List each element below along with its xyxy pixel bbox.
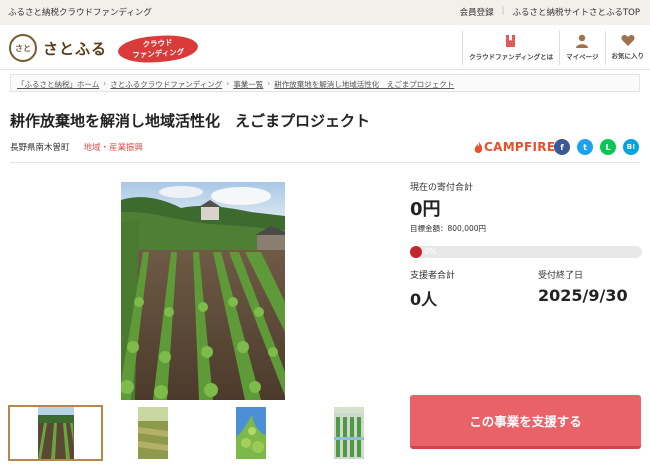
- nav-mypage-label: マイページ: [566, 53, 599, 61]
- project-location: 長野県南木曽町: [10, 143, 70, 153]
- supporters-block: 支援者合計 0人: [410, 268, 455, 310]
- nav-about-crowdfunding[interactable]: クラウドファンディングとは: [462, 31, 559, 65]
- nav-mypage[interactable]: マイページ: [559, 31, 604, 65]
- top-bar: ふるさと納税クラウドファンディング 会員登録 | ふるさと納税サイトさとふるTO…: [0, 0, 650, 25]
- twitter-icon[interactable]: t: [577, 139, 593, 155]
- breadcrumb-current[interactable]: 耕作放棄地を解消し地域活性化 えごまプロジェクト: [274, 79, 454, 89]
- support-project-button[interactable]: この事業を支援する: [410, 395, 641, 449]
- thumbnail-1[interactable]: [8, 405, 103, 461]
- book-icon: [506, 35, 516, 47]
- main-project-photo[interactable]: [121, 182, 285, 400]
- heart-icon: [621, 35, 635, 46]
- target-amount: 目標金額：800,000円: [410, 224, 487, 233]
- thumbnail-4[interactable]: [334, 407, 364, 459]
- field-photo: [121, 182, 285, 400]
- separator: |: [501, 6, 505, 16]
- site-label: ふるさと納税クラウドファンディング: [8, 8, 152, 18]
- supporters-value: 0人: [410, 290, 438, 309]
- progress-fill: [410, 246, 422, 258]
- breadcrumb-projects[interactable]: 事業一覧: [233, 79, 263, 89]
- project-category[interactable]: 地域・産業振興: [84, 141, 144, 153]
- hatena-icon[interactable]: B!: [623, 139, 639, 155]
- facebook-icon[interactable]: f: [554, 139, 570, 155]
- share-buttons: f t L B!: [554, 139, 639, 155]
- satofull-top-link[interactable]: ふるさと納税サイトさとふるTOP: [512, 6, 640, 18]
- nav-favorites-label: お気に入り: [611, 52, 645, 60]
- supporters-label: 支援者合計: [410, 271, 456, 281]
- deadline-block: 受付終了日 2025/9/30: [538, 268, 628, 305]
- logo-mark-icon: さと: [9, 34, 37, 62]
- crowdfunding-badge[interactable]: クラウド ファンディング: [117, 33, 199, 65]
- progress-percent: 0%: [424, 247, 437, 256]
- breadcrumb: 「ふるさと納税」ホーム › さとふるクラウドファンディング › 事業一覧 › 耕…: [10, 74, 640, 92]
- flame-icon: [474, 141, 483, 153]
- current-donation-value: 0円: [410, 199, 441, 220]
- breadcrumb-home[interactable]: 「ふるさと納税」ホーム: [17, 79, 99, 89]
- page-title: 耕作放棄地を解消し地域活性化 えごまプロジェクト: [10, 112, 371, 130]
- nav-about-label: クラウドファンディングとは: [469, 53, 554, 61]
- funding-stats: 現在の寄付合計 0円 目標金額：800,000円: [410, 180, 642, 234]
- site-logo[interactable]: さと さとふる: [9, 34, 107, 62]
- campfire-logo[interactable]: CAMPFIRE: [474, 140, 555, 154]
- progress-bar: 0%: [410, 246, 642, 258]
- deadline-value: 2025/9/30: [538, 286, 628, 305]
- thumbnail-2[interactable]: [138, 407, 168, 459]
- site-header: さと さとふる クラウド ファンディング クラウドファンディングとは マイページ…: [0, 25, 650, 70]
- current-donation-label: 現在の寄付合計: [410, 183, 474, 193]
- deadline-label: 受付終了日: [538, 271, 584, 281]
- logo-text: さとふる: [43, 39, 108, 58]
- divider: [10, 162, 640, 163]
- thumbnail-3[interactable]: [236, 407, 266, 459]
- line-icon[interactable]: L: [600, 139, 616, 155]
- breadcrumb-crowdfunding[interactable]: さとふるクラウドファンディング: [110, 79, 222, 89]
- project-meta: 長野県南木曽町 地域・産業振興: [10, 141, 143, 153]
- photo-thumbnails: [8, 405, 393, 461]
- register-link[interactable]: 会員登録: [460, 6, 494, 18]
- campfire-text: CAMPFIRE: [484, 140, 556, 154]
- nav-favorites[interactable]: お気に入り: [604, 31, 650, 65]
- user-icon: [576, 34, 589, 48]
